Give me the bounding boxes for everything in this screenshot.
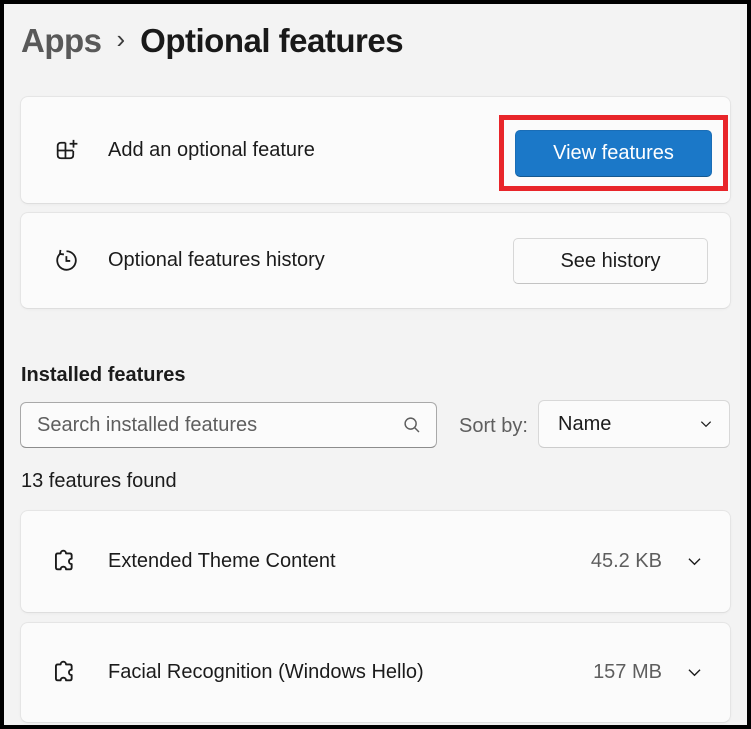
red-highlight-rectangle: View features	[499, 115, 728, 191]
search-input[interactable]	[21, 414, 401, 437]
chevron-down-icon	[698, 416, 714, 432]
history-label: Optional features history	[108, 249, 325, 272]
history-clock-icon	[53, 247, 80, 274]
puzzle-piece-icon	[51, 548, 78, 575]
sort-dropdown[interactable]: Name	[538, 400, 730, 448]
optional-features-history-card: Optional features history See history	[20, 212, 731, 309]
feature-size: 157 MB	[593, 661, 662, 684]
breadcrumb: Apps › Optional features	[21, 22, 403, 60]
sort-by-label: Sort by:	[459, 415, 528, 438]
breadcrumb-apps-link[interactable]: Apps	[21, 22, 102, 60]
feature-row-facial-recognition[interactable]: Facial Recognition (Windows Hello) 157 M…	[20, 622, 731, 723]
page-title: Optional features	[140, 22, 403, 60]
add-feature-grid-plus-icon	[53, 137, 80, 164]
puzzle-piece-icon	[51, 659, 78, 686]
feature-name: Facial Recognition (Windows Hello)	[108, 661, 593, 684]
optional-features-settings-page: Apps › Optional features Add an optional…	[0, 0, 751, 729]
feature-name: Extended Theme Content	[108, 550, 591, 573]
feature-size: 45.2 KB	[591, 550, 662, 573]
breadcrumb-separator-icon: ›	[117, 24, 126, 58]
view-features-button[interactable]: View features	[515, 130, 712, 177]
add-feature-label: Add an optional feature	[108, 139, 315, 162]
features-count-text: 13 features found	[21, 470, 177, 493]
search-box	[20, 402, 437, 448]
add-optional-feature-card: Add an optional feature View features	[20, 96, 731, 204]
chevron-down-icon[interactable]	[685, 663, 704, 682]
feature-row-extended-theme-content[interactable]: Extended Theme Content 45.2 KB	[20, 510, 731, 613]
search-icon	[401, 414, 423, 436]
installed-features-heading: Installed features	[21, 364, 186, 387]
see-history-button[interactable]: See history	[513, 238, 708, 284]
chevron-down-icon[interactable]	[685, 552, 704, 571]
sort-selected-value: Name	[558, 413, 698, 436]
